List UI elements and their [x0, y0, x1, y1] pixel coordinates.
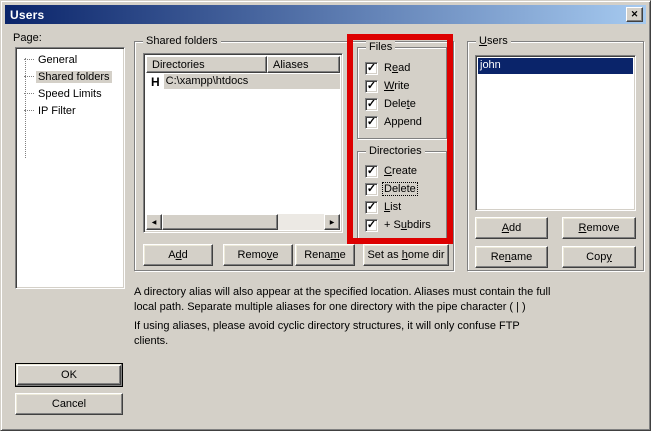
add-folder-button[interactable]: Add: [143, 244, 213, 266]
delete-file-checkbox[interactable]: ✓: [365, 98, 378, 111]
checkbox-row-read[interactable]: ✓ Read: [358, 59, 446, 77]
tree-item-label: Shared folders: [36, 71, 112, 83]
checkbox-row-delete-file[interactable]: ✓ Delete: [358, 95, 446, 113]
users-dialog: Users ✕ Page: General Shared folders Spe…: [0, 0, 651, 431]
title-bar[interactable]: Users ✕: [5, 5, 646, 24]
directories-list: Directories Aliases H C:\xampp\htdocs ◀ …: [143, 53, 343, 233]
scroll-right-button[interactable]: ▶: [324, 214, 340, 230]
scrollbar-thumb[interactable]: [162, 214, 278, 230]
users-list[interactable]: john: [475, 55, 636, 211]
close-button[interactable]: ✕: [626, 7, 643, 22]
rename-user-button[interactable]: Rename: [475, 246, 548, 268]
delete-dir-checkbox[interactable]: ✓: [365, 183, 378, 196]
set-as-home-dir-button[interactable]: Set as home dir: [363, 244, 449, 266]
scrollbar-track[interactable]: [278, 214, 324, 230]
tree-item-label: IP Filter: [36, 105, 78, 117]
directories-group-label: Directories: [366, 145, 425, 157]
read-label: Read: [383, 62, 411, 74]
remove-user-button[interactable]: Remove: [562, 217, 636, 239]
tree-item-speed-limits[interactable]: Speed Limits: [18, 85, 122, 102]
write-label: Write: [383, 80, 410, 92]
tree-connector-line: [24, 76, 34, 77]
checkbox-row-append[interactable]: ✓ Append: [358, 113, 446, 131]
user-name: john: [480, 59, 501, 71]
subdirs-checkbox[interactable]: ✓: [365, 219, 378, 232]
horizontal-scrollbar[interactable]: ◀ ▶: [146, 214, 340, 230]
list-checkbox[interactable]: ✓: [365, 201, 378, 214]
dialog-title: Users: [10, 8, 44, 22]
add-user-button[interactable]: Add: [475, 217, 548, 239]
checkbox-row-create[interactable]: ✓ Create: [358, 162, 446, 180]
tree-connector-line: [24, 110, 34, 111]
arrow-right-icon: ▶: [330, 219, 335, 226]
column-header-aliases[interactable]: Aliases: [267, 56, 340, 73]
column-header-directories[interactable]: Directories: [146, 56, 267, 73]
copy-user-button[interactable]: Copy: [562, 246, 636, 268]
tree-item-label: Speed Limits: [36, 88, 104, 100]
tree-connector-line: [24, 93, 34, 94]
arrow-left-icon: ◀: [152, 219, 157, 226]
tree-connector-line: [24, 59, 34, 60]
page-tree: General Shared folders Speed Limits IP F…: [15, 47, 125, 289]
checkbox-row-list[interactable]: ✓ List: [358, 198, 446, 216]
tree-item-general[interactable]: General: [18, 51, 122, 68]
checkbox-row-subdirs[interactable]: ✓ + Subdirs: [358, 216, 446, 234]
checkbox-row-delete-dir[interactable]: ✓ Delete: [358, 180, 446, 198]
home-dir-marker: H: [146, 75, 164, 89]
shared-folders-group-label: Shared folders: [143, 35, 221, 47]
directory-row[interactable]: H C:\xampp\htdocs: [146, 73, 340, 90]
remove-folder-button[interactable]: Remove: [223, 244, 293, 266]
tree-item-ip-filter[interactable]: IP Filter: [18, 102, 122, 119]
list-body: H C:\xampp\htdocs: [146, 73, 340, 214]
user-row-john[interactable]: john: [478, 58, 633, 74]
subdirs-label: + Subdirs: [383, 219, 432, 231]
directory-path: C:\xampp\htdocs: [164, 74, 340, 89]
directories-perm-group: Directories ✓ Create ✓ Delete ✓ List ✓ +…: [357, 151, 447, 239]
tree-item-shared-folders[interactable]: Shared folders: [18, 68, 122, 85]
alias-help-text: A directory alias will also appear at th…: [134, 285, 554, 315]
page-label: Page:: [13, 32, 42, 44]
read-checkbox[interactable]: ✓: [365, 62, 378, 75]
write-checkbox[interactable]: ✓: [365, 80, 378, 93]
list-header: Directories Aliases: [146, 56, 340, 73]
list-label: List: [383, 201, 402, 213]
users-group-label: Users: [476, 35, 511, 47]
delete-file-label: Delete: [383, 98, 417, 110]
append-checkbox[interactable]: ✓: [365, 116, 378, 129]
files-group-label: Files: [366, 41, 395, 53]
checkbox-row-write[interactable]: ✓ Write: [358, 77, 446, 95]
create-checkbox[interactable]: ✓: [365, 165, 378, 178]
tree-item-label: General: [36, 54, 79, 66]
delete-dir-label: Delete: [383, 183, 417, 195]
append-label: Append: [383, 116, 423, 128]
files-group: Files ✓ Read ✓ Write ✓ Delete ✓ Append: [357, 47, 447, 139]
ok-button[interactable]: OK: [15, 363, 123, 387]
cyclic-warning-text: If using aliases, please avoid cyclic di…: [134, 319, 554, 349]
scroll-left-button[interactable]: ◀: [146, 214, 162, 230]
cancel-button[interactable]: Cancel: [15, 393, 123, 415]
rename-folder-button[interactable]: Rename: [295, 244, 355, 266]
close-icon: ✕: [631, 10, 639, 19]
create-label: Create: [383, 165, 418, 177]
